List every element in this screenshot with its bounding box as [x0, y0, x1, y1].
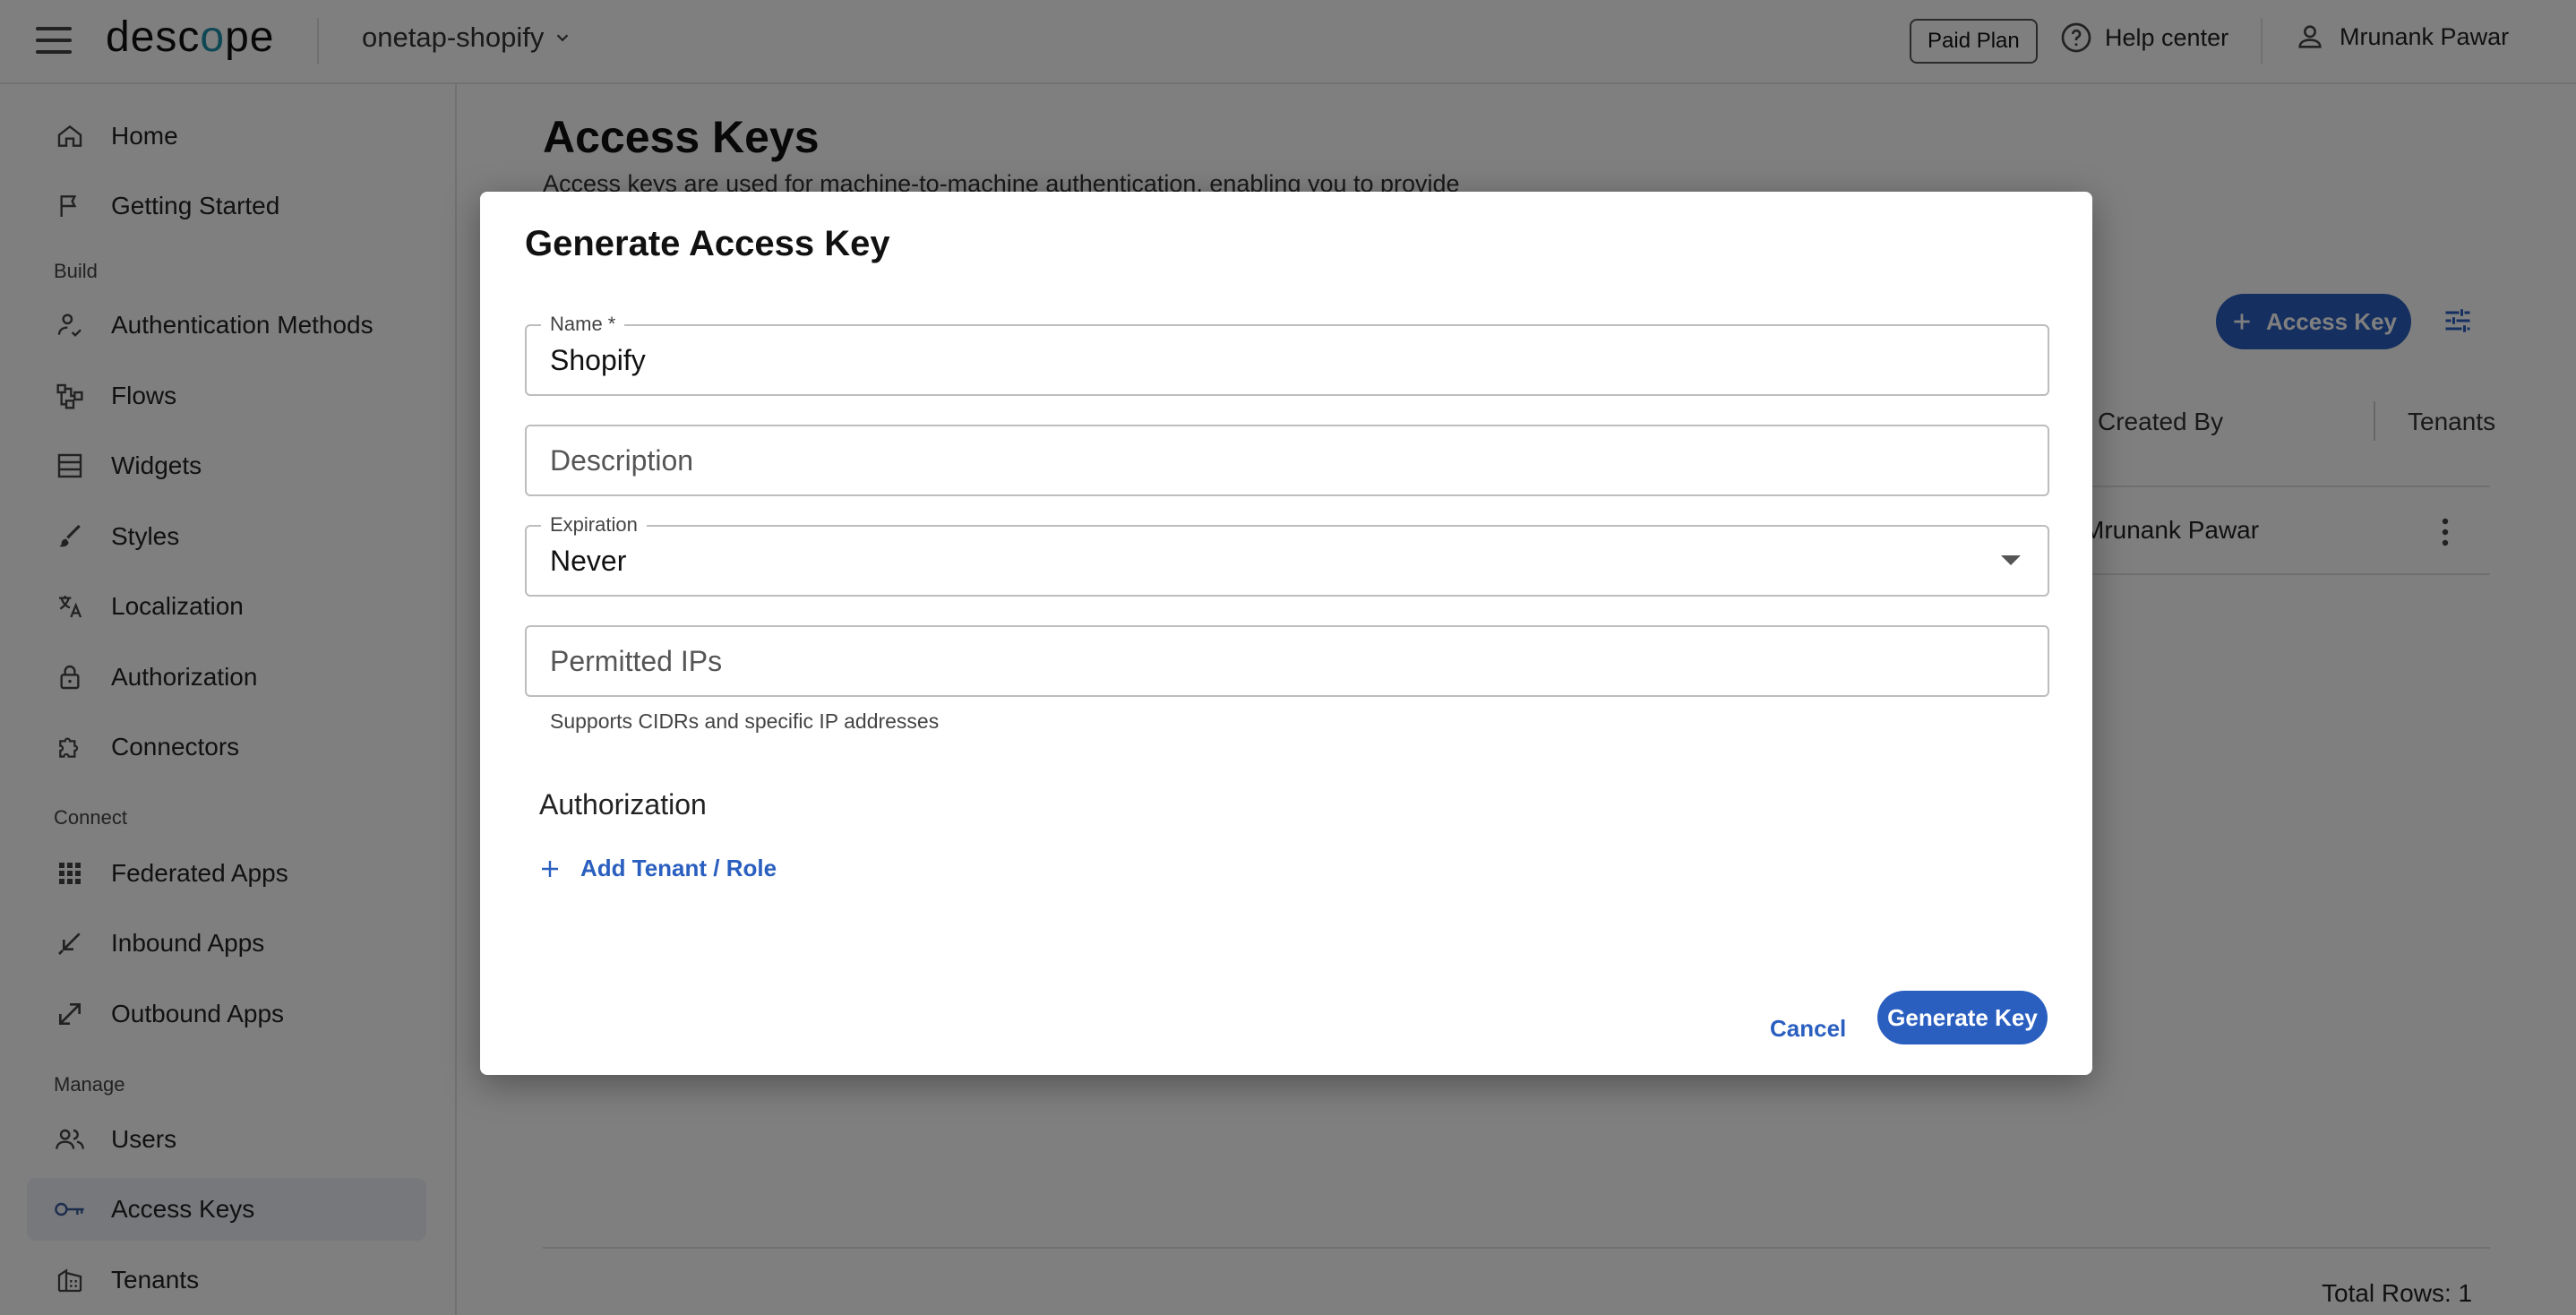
add-tenant-role-button[interactable]: Add Tenant / Role — [539, 855, 777, 882]
description-field[interactable]: Description — [525, 425, 2049, 496]
generate-key-button[interactable]: Generate Key — [1877, 991, 2048, 1044]
add-tenant-role-label: Add Tenant / Role — [580, 855, 777, 881]
authorization-heading: Authorization — [539, 788, 707, 821]
name-field-label: Name * — [541, 314, 625, 335]
name-field[interactable]: Name * Shopify — [525, 314, 2049, 396]
permitted-ips-helper: Supports CIDRs and specific IP addresses — [550, 709, 940, 733]
dropdown-arrow-icon — [2001, 555, 2021, 565]
dialog-title: Generate Access Key — [525, 224, 890, 263]
permitted-ips-field[interactable]: Permitted IPs — [525, 625, 2049, 697]
plus-icon — [542, 860, 558, 877]
generate-access-key-dialog: Generate Access Key Name * Shopify Descr… — [480, 192, 2092, 1075]
permitted-ips-placeholder: Permitted IPs — [550, 645, 723, 677]
description-placeholder: Description — [550, 444, 694, 477]
expiration-value: Never — [550, 545, 627, 577]
expiration-select[interactable]: Expiration Never — [525, 514, 2049, 597]
cancel-button[interactable]: Cancel — [1770, 1003, 1846, 1053]
name-field-value: Shopify — [550, 344, 646, 376]
expiration-label: Expiration — [541, 514, 647, 536]
